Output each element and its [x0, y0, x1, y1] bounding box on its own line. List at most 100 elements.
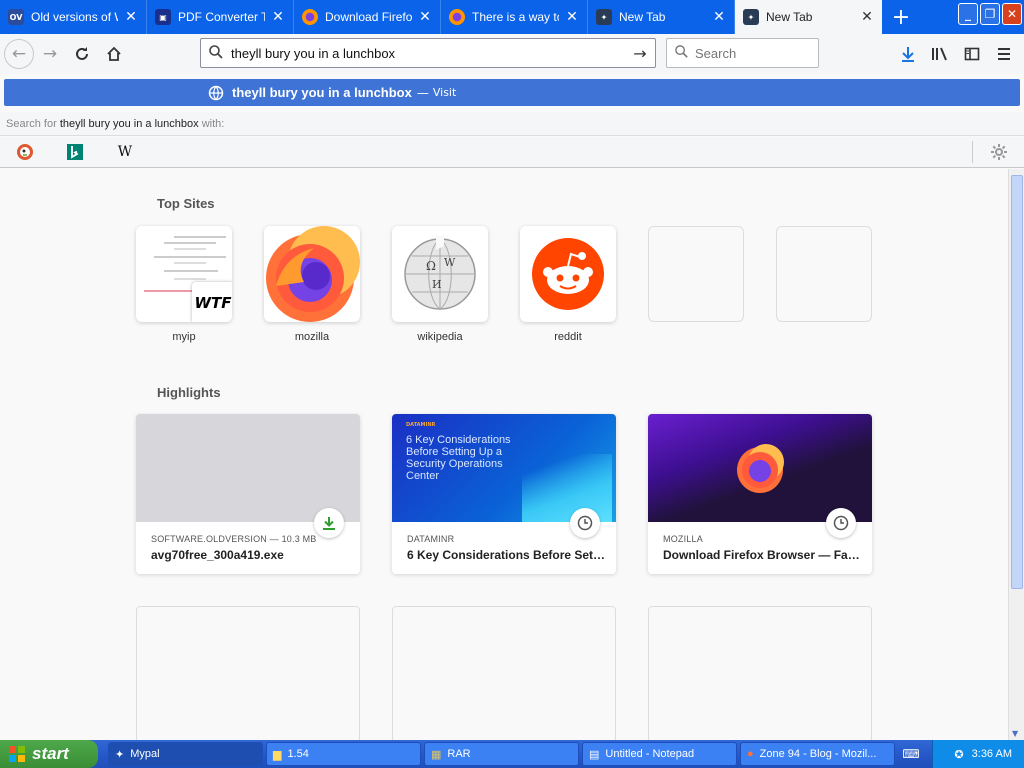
rar-archive-icon: ▦: [431, 748, 442, 761]
sidebar-button[interactable]: [956, 38, 988, 70]
highlight-card-mozilla[interactable]: MOZILLA Download Firefox Browser — Fa…: [648, 414, 872, 574]
gear-icon: [991, 144, 1007, 160]
duckduckgo-engine-button[interactable]: [0, 137, 50, 168]
keyboard-icon[interactable]: ⌨: [899, 747, 923, 761]
tab-old-versions[interactable]: OV Old versions of W ✕: [0, 0, 147, 34]
firefox-logo-icon: [266, 226, 360, 322]
wikipedia-engine-button[interactable]: W: [100, 137, 150, 168]
taskbar-item-notepad[interactable]: ▤ Untitled - Notepad: [582, 742, 737, 766]
top-site-empty[interactable]: [648, 226, 744, 322]
highlight-thumbnail: DATAMINR 6 Key Considerations Before Set…: [392, 414, 616, 522]
search-box[interactable]: [666, 38, 819, 68]
top-site-reddit[interactable]: reddit: [520, 226, 616, 343]
visit-label: Visit: [432, 86, 457, 99]
scrollbar-thumb[interactable]: [1011, 175, 1023, 589]
svg-text:И: И: [432, 278, 442, 291]
tab-title: There is a way to: [472, 10, 559, 24]
top-site-empty[interactable]: [776, 226, 872, 322]
highlights-title: Highlights: [157, 385, 221, 400]
task-label: Mypal: [130, 748, 160, 760]
taskbar-item-mypal[interactable]: ✦ Mypal: [108, 742, 263, 766]
top-site-label: reddit: [554, 331, 582, 343]
top-site-tile: [264, 226, 360, 322]
back-button[interactable]: ←: [4, 39, 34, 69]
highlight-placeholder: [136, 606, 360, 740]
clock-icon: [833, 515, 849, 531]
highlight-title: avg70free_300a419.exe: [151, 548, 284, 562]
url-bar[interactable]: →: [200, 38, 656, 68]
go-arrow-button[interactable]: →: [625, 44, 655, 63]
task-label: 1.54: [287, 748, 309, 760]
top-site-wikipedia[interactable]: Ω W И wikipedia: [392, 226, 488, 343]
notepad-icon: ▤: [589, 748, 600, 761]
pdf-converter-favicon-icon: ▣: [155, 9, 171, 25]
search-settings-button[interactable]: [974, 137, 1024, 168]
thumb-headline: 6 Key Considerations Before Setting Up a…: [406, 434, 511, 482]
download-icon: [323, 517, 335, 530]
close-icon[interactable]: ✕: [565, 9, 579, 25]
search-for-label: Search for: [6, 117, 57, 130]
close-icon[interactable]: ✕: [712, 9, 726, 25]
highlight-card-avg[interactable]: SOFTWARE.OLDVERSION — 10.3 MB avg70free_…: [136, 414, 360, 574]
search-icon: [667, 44, 695, 62]
tab-title: New Tab: [619, 10, 666, 24]
top-site-mozilla[interactable]: mozilla: [264, 226, 360, 343]
top-site-label: myip: [172, 331, 196, 343]
firefox-favicon-icon: [449, 9, 465, 25]
clock-icon: [577, 515, 593, 531]
url-input[interactable]: [231, 45, 625, 61]
vertical-scrollbar[interactable]: ▼: [1008, 169, 1024, 740]
tab-there-is-a-way[interactable]: There is a way to ✕: [441, 0, 588, 34]
tab-download-firefox[interactable]: Download Firefox ✕: [294, 0, 441, 34]
close-icon[interactable]: ✕: [418, 9, 432, 25]
highlight-source: DATAMINR: [407, 534, 455, 544]
taskbar-item-firefox[interactable]: ● Zone 94 - Blog - Mozil...: [740, 742, 895, 766]
suggestion-separator: —: [416, 85, 429, 100]
forward-button[interactable]: →: [34, 38, 66, 70]
reload-button[interactable]: [66, 38, 98, 70]
bing-icon: [67, 144, 83, 160]
search-input[interactable]: [695, 45, 805, 61]
svg-text:W: W: [444, 256, 456, 269]
library-button[interactable]: [924, 38, 956, 70]
home-button[interactable]: [98, 38, 130, 70]
close-icon[interactable]: ✕: [860, 9, 874, 25]
start-button[interactable]: start: [0, 740, 98, 768]
window-controls: _ ❐ ✕: [958, 3, 1022, 25]
close-window-button[interactable]: ✕: [1002, 3, 1022, 25]
highlight-source: SOFTWARE.OLDVERSION — 10.3 MB: [151, 534, 317, 544]
close-icon[interactable]: ✕: [271, 9, 285, 25]
top-site-label: wikipedia: [417, 331, 463, 343]
toolbar-tools: [892, 38, 1020, 70]
thumb-brand: DATAMINR: [406, 422, 436, 428]
minimize-button[interactable]: _: [958, 3, 978, 25]
network-icon[interactable]: ✪: [954, 748, 963, 761]
menu-button[interactable]: [988, 38, 1020, 70]
tab-new-tab-active[interactable]: ✦ New Tab ✕: [735, 0, 882, 34]
highlight-thumbnail: [136, 414, 360, 522]
downloads-button[interactable]: [892, 38, 924, 70]
highlight-card-dataminr[interactable]: DATAMINR 6 Key Considerations Before Set…: [392, 414, 616, 574]
close-icon[interactable]: ✕: [124, 9, 138, 25]
clock-badge: [826, 508, 856, 538]
city-graphic: [522, 454, 612, 522]
tab-title: New Tab: [766, 10, 813, 24]
restore-button[interactable]: ❐: [980, 3, 1000, 25]
url-suggestion-visit[interactable]: theyll bury you in a lunchbox — Visit: [4, 79, 1020, 106]
tab-pdf-converter[interactable]: ▣ PDF Converter To ✕: [147, 0, 294, 34]
mypal-favicon-icon: ✦: [743, 9, 759, 25]
firefox-logo-icon: [737, 444, 784, 493]
top-site-myip[interactable]: WTF myip: [136, 226, 232, 343]
bing-engine-button[interactable]: [50, 137, 100, 168]
tab-new-tab[interactable]: ✦ New Tab ✕: [588, 0, 735, 34]
taskbar-item-folder[interactable]: ▆ 1.54: [266, 742, 421, 766]
top-sites-title: Top Sites: [157, 196, 215, 211]
new-tab-button[interactable]: +: [882, 0, 920, 34]
taskbar-item-rar[interactable]: ▦ RAR: [424, 742, 579, 766]
folder-icon: ▆: [273, 748, 282, 761]
empty-site-tile: [648, 226, 744, 322]
screen: { "tabs": [ {"label": "Old versions of W…: [0, 0, 1024, 768]
scroll-down-arrow-icon[interactable]: ▼: [1012, 729, 1018, 738]
windows-taskbar: start ✦ Mypal ▆ 1.54 ▦ RAR ▤ Untitled - Note…: [0, 740, 1024, 768]
clock: 3:36 AM: [971, 748, 1012, 760]
